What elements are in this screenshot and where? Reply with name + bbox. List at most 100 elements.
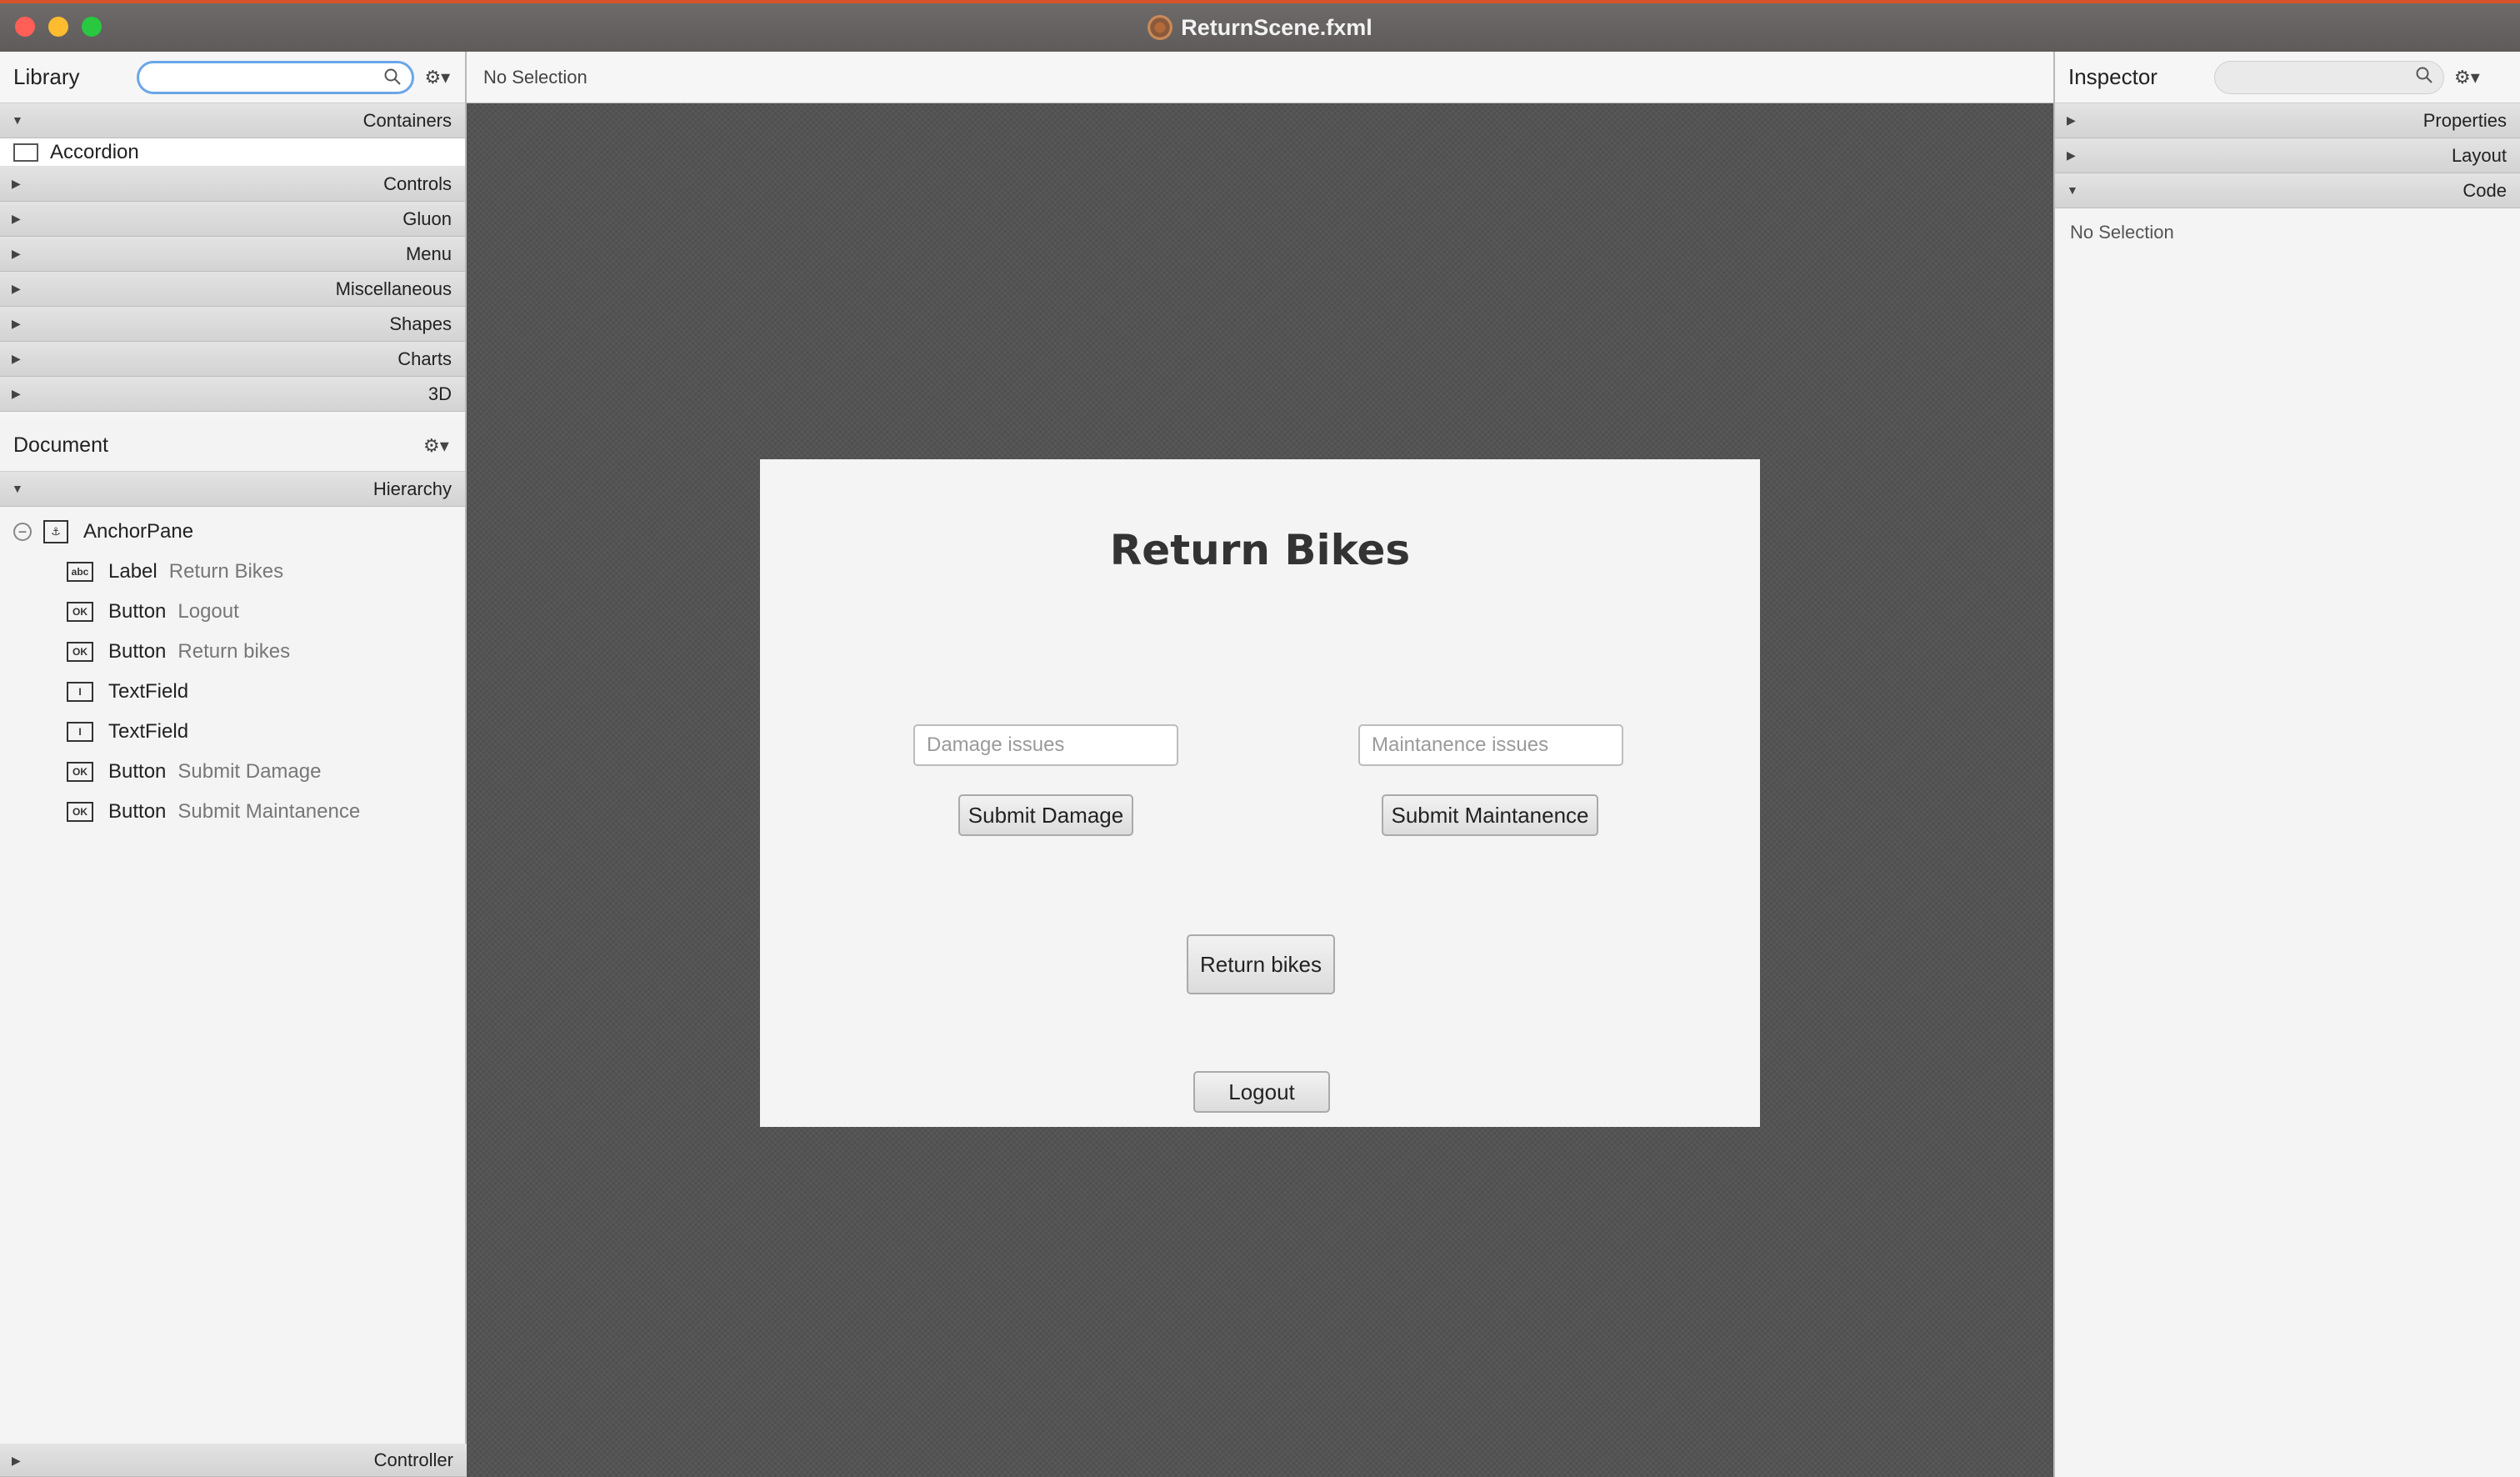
tree-node-type: AnchorPane	[83, 520, 194, 543]
library-search-input[interactable]	[137, 60, 415, 94]
inspector-search-input[interactable]	[2214, 60, 2444, 94]
expanded-arrow-icon: ▼	[12, 482, 23, 495]
damage-issues-field[interactable]	[913, 724, 1178, 766]
section-label: Miscellaneous	[335, 278, 452, 299]
collapsed-arrow-icon: ▶	[12, 177, 21, 190]
tree-node-anchorpane[interactable]: − ⚓ AnchorPane	[0, 512, 465, 552]
library-section-shapes[interactable]: ▶ Shapes	[0, 307, 465, 342]
maintenance-issues-field[interactable]	[1358, 724, 1623, 766]
window-titlebar: ReturnScene.fxml	[0, 0, 2520, 52]
button-icon: OK	[67, 602, 93, 622]
tree-node[interactable]: OK Button Logout	[0, 592, 465, 632]
inspector-title: Inspector	[2068, 64, 2158, 89]
document-header: Document ⚙▾	[0, 420, 465, 472]
tree-node[interactable]: OK Button Submit Maintanence	[0, 792, 465, 832]
window-title: ReturnScene.fxml	[1181, 14, 1372, 40]
button-icon: OK	[67, 642, 93, 662]
anchor-icon: ⚓	[43, 520, 68, 543]
collapsed-arrow-icon: ▶	[12, 247, 21, 260]
collapsed-arrow-icon: ▶	[12, 352, 21, 365]
textfield-icon: I	[67, 722, 93, 742]
tree-node-type: Label	[108, 560, 158, 583]
library-section-3d[interactable]: ▶ 3D	[0, 377, 465, 412]
section-label: Containers	[362, 109, 452, 131]
collapsed-arrow-icon: ▶	[2067, 148, 2076, 162]
minimize-window-button[interactable]	[48, 17, 68, 37]
section-label: 3D	[428, 383, 452, 404]
button-icon: OK	[67, 802, 93, 822]
tree-node-type: Button	[108, 600, 167, 623]
library-section-menu[interactable]: ▶ Menu	[0, 237, 465, 272]
tree-node-text: Return Bikes	[168, 560, 284, 583]
library-header: Library ⚙▾	[0, 52, 465, 103]
tree-node-text: Logout	[178, 600, 239, 623]
library-section-controls[interactable]: ▶ Controls	[0, 167, 465, 202]
hierarchy-section[interactable]: ▼ Hierarchy	[0, 472, 465, 507]
left-panel: Library ⚙▾ ▼ Containers Accordion ▶ Cont…	[0, 52, 467, 1477]
collapsed-arrow-icon: ▶	[12, 1454, 21, 1467]
library-title: Library	[13, 64, 80, 89]
section-label: Gluon	[402, 208, 452, 229]
tree-node-type: Button	[108, 640, 167, 663]
close-window-button[interactable]	[15, 17, 35, 37]
section-label: Controls	[383, 173, 452, 194]
library-section-charts[interactable]: ▶ Charts	[0, 342, 465, 377]
tree-node-type: Button	[108, 760, 167, 783]
tree-node-text: Return bikes	[178, 640, 291, 663]
expanded-arrow-icon: ▼	[12, 113, 23, 127]
tree-node[interactable]: OK Button Submit Damage	[0, 752, 465, 792]
scene-title-label[interactable]: Return Bikes	[760, 526, 1760, 574]
section-label: Shapes	[389, 313, 452, 334]
scene-builder-icon	[1148, 15, 1173, 40]
document-title: Document	[13, 433, 108, 457]
scene-canvas[interactable]: Return Bikes Submit Damage Submit Mainta…	[760, 459, 1760, 1127]
submit-damage-button[interactable]: Submit Damage	[958, 794, 1133, 836]
accordion-icon	[13, 143, 38, 162]
collapsed-arrow-icon: ▶	[12, 282, 21, 295]
inspector-section-layout[interactable]: ▶ Layout	[2055, 138, 2520, 173]
search-icon	[2416, 67, 2432, 83]
textfield-icon: I	[67, 682, 93, 702]
collapsed-arrow-icon: ▶	[2067, 113, 2076, 127]
library-item-label: Accordion	[50, 140, 139, 163]
section-label: Layout	[2451, 144, 2507, 166]
search-icon	[384, 68, 402, 85]
document-gear-menu-icon[interactable]: ⚙▾	[423, 433, 452, 458]
library-section-miscellaneous[interactable]: ▶ Miscellaneous	[0, 272, 465, 307]
return-bikes-button[interactable]: Return bikes	[1187, 934, 1335, 994]
inspector-gear-menu-icon[interactable]: ⚙▾	[2454, 65, 2482, 90]
section-label: Menu	[405, 243, 452, 264]
collapse-icon[interactable]: −	[13, 523, 32, 541]
tree-node-text: Submit Damage	[178, 760, 322, 783]
selection-breadcrumb: No Selection	[467, 52, 2053, 103]
expanded-arrow-icon: ▼	[2067, 183, 2078, 197]
section-label: Hierarchy	[372, 478, 452, 499]
library-section-containers[interactable]: ▼ Containers	[0, 103, 465, 138]
section-label: Charts	[398, 348, 452, 369]
window-title-group: ReturnScene.fxml	[1148, 15, 1372, 41]
controller-section[interactable]: ▶ Controller	[0, 1444, 467, 1477]
content-area: No Selection Return Bikes Submit Damage …	[467, 52, 2053, 1477]
inspector-header: Inspector ⚙▾	[2055, 52, 2520, 103]
tree-node-type: TextField	[108, 720, 189, 743]
library-section-gluon[interactable]: ▶ Gluon	[0, 202, 465, 237]
inspector-section-code[interactable]: ▼ Code	[2055, 173, 2520, 208]
collapsed-arrow-icon: ▶	[12, 212, 21, 225]
maximize-window-button[interactable]	[82, 17, 102, 37]
inspector-body-text: No Selection	[2070, 222, 2174, 243]
tree-node-type: TextField	[108, 680, 189, 703]
submit-maintenance-button[interactable]: Submit Maintanence	[1382, 794, 1598, 836]
library-gear-menu-icon[interactable]: ⚙▾	[424, 65, 452, 90]
tree-node[interactable]: I TextField	[0, 672, 465, 712]
window-controls	[15, 17, 102, 37]
tree-node[interactable]: abc Label Return Bikes	[0, 552, 465, 592]
tree-node[interactable]: I TextField	[0, 712, 465, 752]
section-label: Code	[2462, 179, 2507, 201]
tree-node[interactable]: OK Button Return bikes	[0, 632, 465, 672]
library-item-accordion[interactable]: Accordion	[0, 138, 465, 167]
logout-button[interactable]: Logout	[1193, 1071, 1330, 1113]
tree-node-text: Submit Maintanence	[178, 800, 361, 823]
inspector-section-properties[interactable]: ▶ Properties	[2055, 103, 2520, 138]
hierarchy-tree: − ⚓ AnchorPane abc Label Return Bikes OK…	[0, 507, 465, 832]
collapsed-arrow-icon: ▶	[12, 387, 21, 400]
